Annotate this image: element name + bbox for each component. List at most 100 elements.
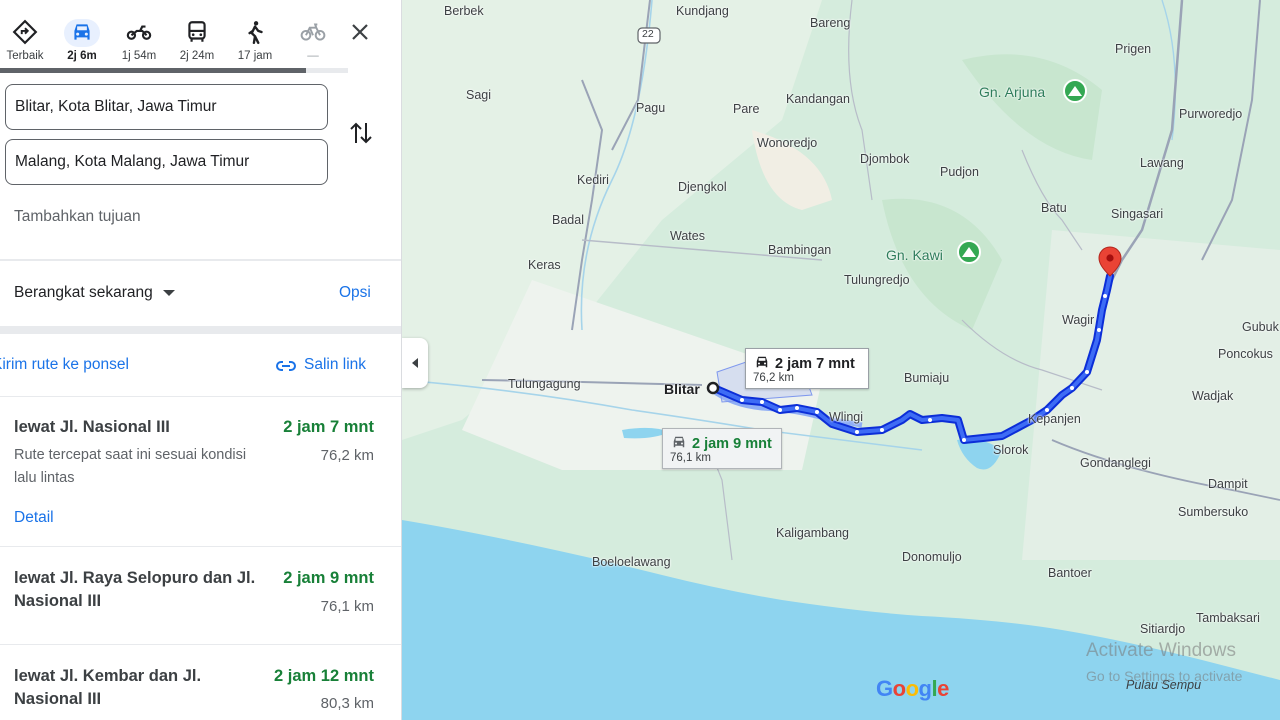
bicycle-icon	[299, 19, 327, 47]
swap-button[interactable]	[348, 119, 374, 147]
place-label: Kandangan	[786, 92, 850, 106]
mode-transit[interactable]: 2j 24m	[172, 12, 222, 68]
callout-distance: 76,1 km	[670, 452, 711, 464]
directions-panel: Terbaik 2j 6m 1j 54m 2j 24m 17 jam — Bli…	[0, 0, 402, 720]
route-description: Rute tercepat saat ini sesuai kondisi la…	[14, 447, 247, 486]
route-distance: 76,2 km	[320, 447, 374, 464]
place-label: Lawang	[1140, 156, 1184, 170]
mode-transit-label: 2j 24m	[179, 50, 215, 62]
mode-best[interactable]: Terbaik	[0, 12, 50, 68]
place-label: Wlingi	[829, 410, 864, 424]
place-label: Poncokus	[1218, 347, 1273, 361]
route-option[interactable]: lewat Jl. Kembar dan Jl. Nasional III 2 …	[0, 644, 401, 720]
place-label: Bambingan	[768, 243, 832, 257]
activation-watermark: Activate Windows	[1086, 640, 1236, 661]
route-name: lewat Jl. Nasional III	[14, 418, 170, 436]
car-icon	[673, 436, 685, 448]
callout-time: 2 jam 9 mnt	[692, 436, 772, 452]
close-button[interactable]	[348, 20, 372, 44]
place-label: Tulungredjo	[844, 273, 910, 287]
depart-label: Berangkat sekarang	[14, 284, 153, 301]
bus-icon	[183, 19, 211, 47]
place-label: Sitiardjo	[1140, 622, 1186, 636]
copy-link-label: Salin link	[304, 356, 367, 373]
place-label: Gondanglegi	[1080, 456, 1151, 470]
callout-time: 2 jam 7 mnt	[775, 356, 855, 372]
depart-time-dropdown[interactable]: Berangkat sekarang	[14, 284, 175, 302]
place-label: Pare	[733, 102, 760, 116]
place-label: Bantoer	[1048, 566, 1092, 580]
place-label: Bareng	[810, 16, 851, 30]
options-button[interactable]: Opsi	[339, 284, 371, 302]
mode-walk[interactable]: 17 jam	[230, 12, 280, 68]
route-duration: 2 jam 9 mnt	[283, 569, 374, 587]
place-label: Badal	[552, 213, 584, 227]
place-label: Wadjak	[1192, 389, 1234, 403]
mode-bicycle-label: —	[307, 50, 319, 62]
chevron-down-icon	[162, 289, 175, 296]
add-destination-link[interactable]: Tambahkan tujuan	[14, 208, 141, 226]
route-name: lewat Jl. Kembar dan Jl. Nasional III	[14, 667, 202, 708]
close-icon	[352, 24, 368, 40]
route-option[interactable]: lewat Jl. Raya Selopuro dan Jl. Nasional…	[0, 546, 401, 644]
place-label: Djengkol	[678, 180, 727, 194]
origin-label: Blitar	[664, 381, 700, 397]
google-logo: Google	[876, 676, 949, 701]
place-label: Kaligambang	[776, 526, 849, 540]
place-label: Slorok	[993, 443, 1029, 457]
mountain-icon[interactable]	[957, 240, 981, 264]
scrollbar-thumb[interactable]	[0, 68, 307, 73]
section-divider	[0, 326, 401, 334]
place-label: Tulungagung	[508, 377, 581, 391]
send-to-phone-link[interactable]: Kirim rute ke ponsel	[0, 356, 129, 374]
route-callout-alt[interactable]: 2 jam 9 mnt 76,1 km	[662, 428, 782, 469]
route-distance: 80,3 km	[320, 695, 374, 712]
travel-mode-scrollbar[interactable]	[0, 68, 348, 73]
origin-field[interactable]: Blitar, Kota Blitar, Jawa Timur	[5, 84, 328, 130]
route-distance: 76,1 km	[320, 598, 374, 615]
mode-bicycle[interactable]: —	[288, 12, 338, 68]
callout-distance: 76,2 km	[753, 372, 794, 384]
place-label: Wagir	[1062, 313, 1095, 327]
directions-icon	[11, 19, 39, 47]
route-duration: 2 jam 12 mnt	[274, 667, 374, 685]
map-canvas[interactable]: 22 Berbek Kundjang Bareng Prigen Sagi Pa…	[402, 0, 1280, 720]
link-icon	[276, 361, 296, 371]
chevron-left-icon	[412, 358, 418, 368]
place-label: Tambaksari	[1196, 611, 1260, 625]
mode-motorcycle[interactable]: 1j 54m	[114, 12, 164, 68]
destination-field[interactable]: Malang, Kota Malang, Jawa Timur	[5, 139, 328, 185]
copy-link-button[interactable]: Salin link	[276, 356, 366, 374]
motorcycle-icon	[125, 19, 153, 47]
place-label: Wates	[670, 229, 705, 243]
place-label: Singasari	[1111, 207, 1164, 221]
place-label: Gubuk	[1242, 320, 1279, 334]
route-duration: 2 jam 7 mnt	[283, 418, 374, 436]
place-label: Donomuljo	[902, 550, 962, 564]
divider	[0, 259, 401, 261]
swap-icon	[350, 122, 372, 144]
place-label: Prigen	[1115, 42, 1152, 56]
car-icon	[756, 356, 768, 368]
mode-walk-label: 17 jam	[237, 50, 273, 62]
place-label: Kundjang	[676, 4, 729, 18]
activation-watermark-sub: Go to Settings to activate	[1086, 668, 1243, 684]
travel-mode-bar: Terbaik 2j 6m 1j 54m 2j 24m 17 jam —	[0, 12, 401, 72]
collapse-panel-button[interactable]	[402, 338, 428, 388]
place-label: Keras	[528, 258, 561, 272]
mode-car[interactable]: 2j 6m	[57, 12, 107, 68]
mountain-icon[interactable]	[1063, 79, 1087, 103]
walk-icon	[241, 19, 269, 47]
place-label: Sagi	[466, 88, 492, 102]
place-label: Wonoredjo	[757, 136, 818, 150]
route-detail-link[interactable]: Detail	[14, 509, 54, 527]
place-label: Purworedjo	[1179, 107, 1243, 121]
route-option[interactable]: lewat Jl. Nasional III 2 jam 7 mnt Rute …	[0, 396, 401, 546]
peak-label: Gn. Kawi	[886, 247, 943, 263]
place-label: Berbek	[444, 4, 484, 18]
place-label: Boeloelawang	[592, 555, 671, 569]
place-label: Batu	[1041, 201, 1067, 215]
place-label: Bumiaju	[904, 371, 950, 385]
place-label: Sumbersuko	[1178, 505, 1249, 519]
route-callout-main[interactable]: 2 jam 7 mnt 76,2 km	[745, 348, 869, 389]
